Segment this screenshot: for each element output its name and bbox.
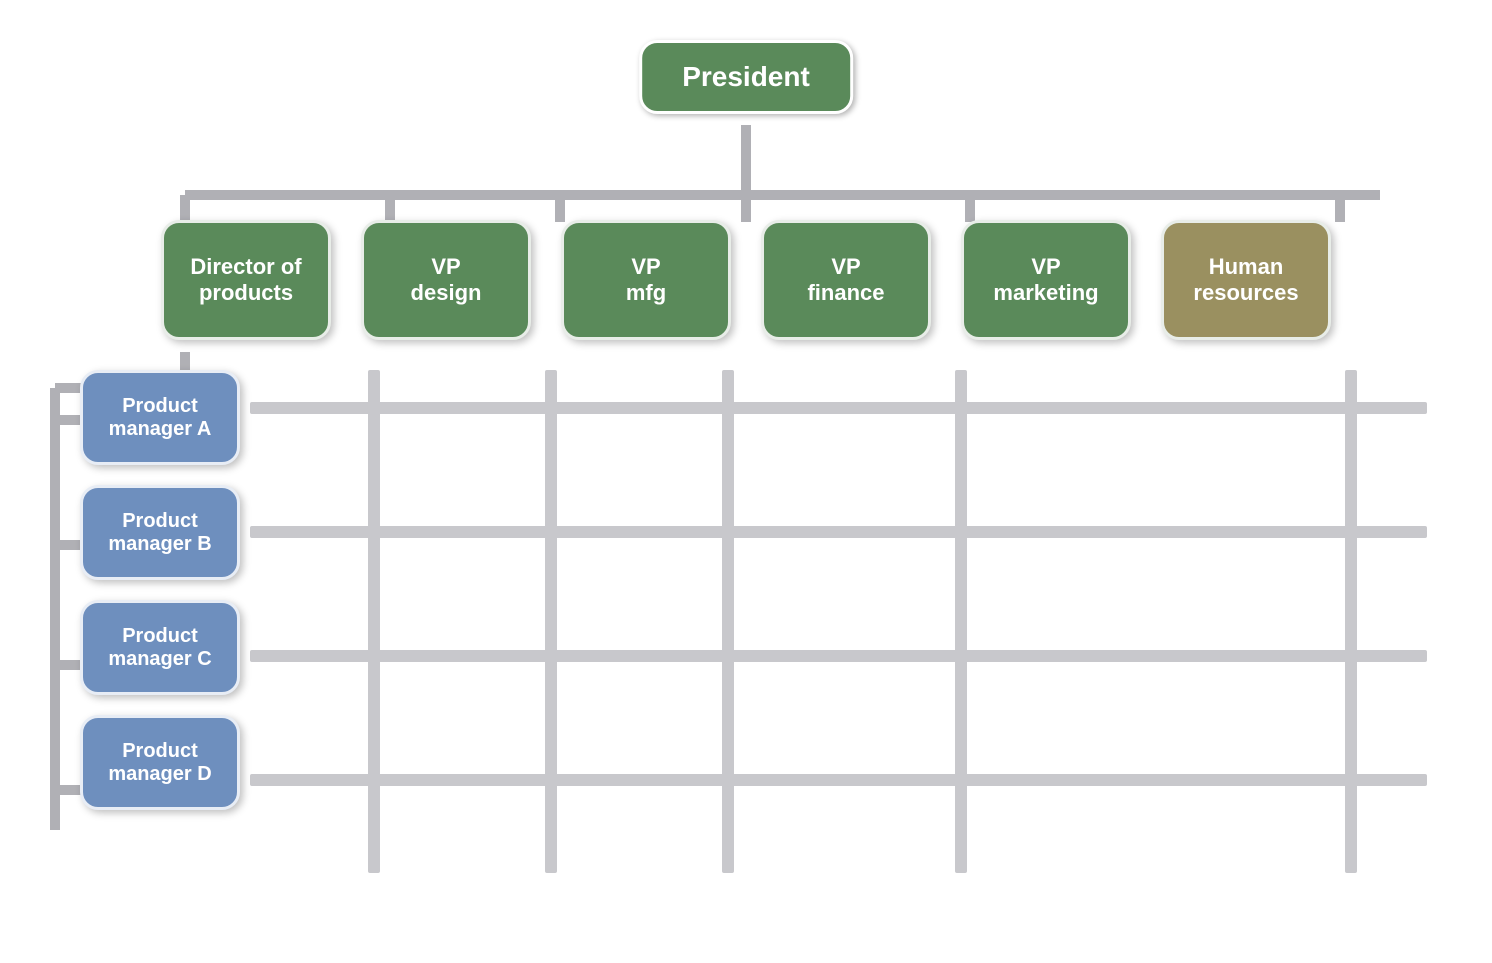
node-vp-mfg: VPmfg <box>561 220 731 340</box>
grid-v-4 <box>955 370 967 873</box>
node-vp-design-label: VPdesign <box>411 254 482 306</box>
node-pm-c-label: Productmanager C <box>108 625 211 671</box>
node-human-resources-label: Humanresources <box>1193 254 1298 306</box>
grid-v-1 <box>368 370 380 873</box>
node-pm-a: Productmanager A <box>80 370 240 465</box>
node-pm-b: Productmanager B <box>80 485 240 580</box>
node-pm-c: Productmanager C <box>80 600 240 695</box>
node-vp-marketing-label: VPmarketing <box>993 254 1098 306</box>
node-pm-d-label: Productmanager D <box>108 740 211 786</box>
node-vp-marketing: VPmarketing <box>961 220 1131 340</box>
org-chart: President Director ofproducts VPdesign V… <box>0 0 1492 963</box>
grid-v-3 <box>722 370 734 873</box>
grid-h-3 <box>250 650 1427 662</box>
node-pm-a-label: Productmanager A <box>109 395 212 441</box>
level2-col: Productmanager A Productmanager B Produc… <box>80 370 240 810</box>
grid-v-2 <box>545 370 557 873</box>
node-director-products-label: Director ofproducts <box>190 254 301 306</box>
node-human-resources: Humanresources <box>1161 220 1331 340</box>
level1-row: Director ofproducts VPdesign VPmfg VPfin… <box>0 220 1492 340</box>
grid-h-4 <box>250 774 1427 786</box>
president-node: President <box>639 40 853 114</box>
node-director-products: Director ofproducts <box>161 220 331 340</box>
node-vp-finance-label: VPfinance <box>807 254 884 306</box>
president-label: President <box>639 40 853 114</box>
grid-h-1 <box>250 402 1427 414</box>
node-vp-mfg-label: VPmfg <box>626 254 666 306</box>
node-pm-d: Productmanager D <box>80 715 240 810</box>
node-vp-finance: VPfinance <box>761 220 931 340</box>
grid-h-2 <box>250 526 1427 538</box>
grid-v-5 <box>1345 370 1357 873</box>
node-pm-b-label: Productmanager B <box>108 510 211 556</box>
node-vp-design: VPdesign <box>361 220 531 340</box>
